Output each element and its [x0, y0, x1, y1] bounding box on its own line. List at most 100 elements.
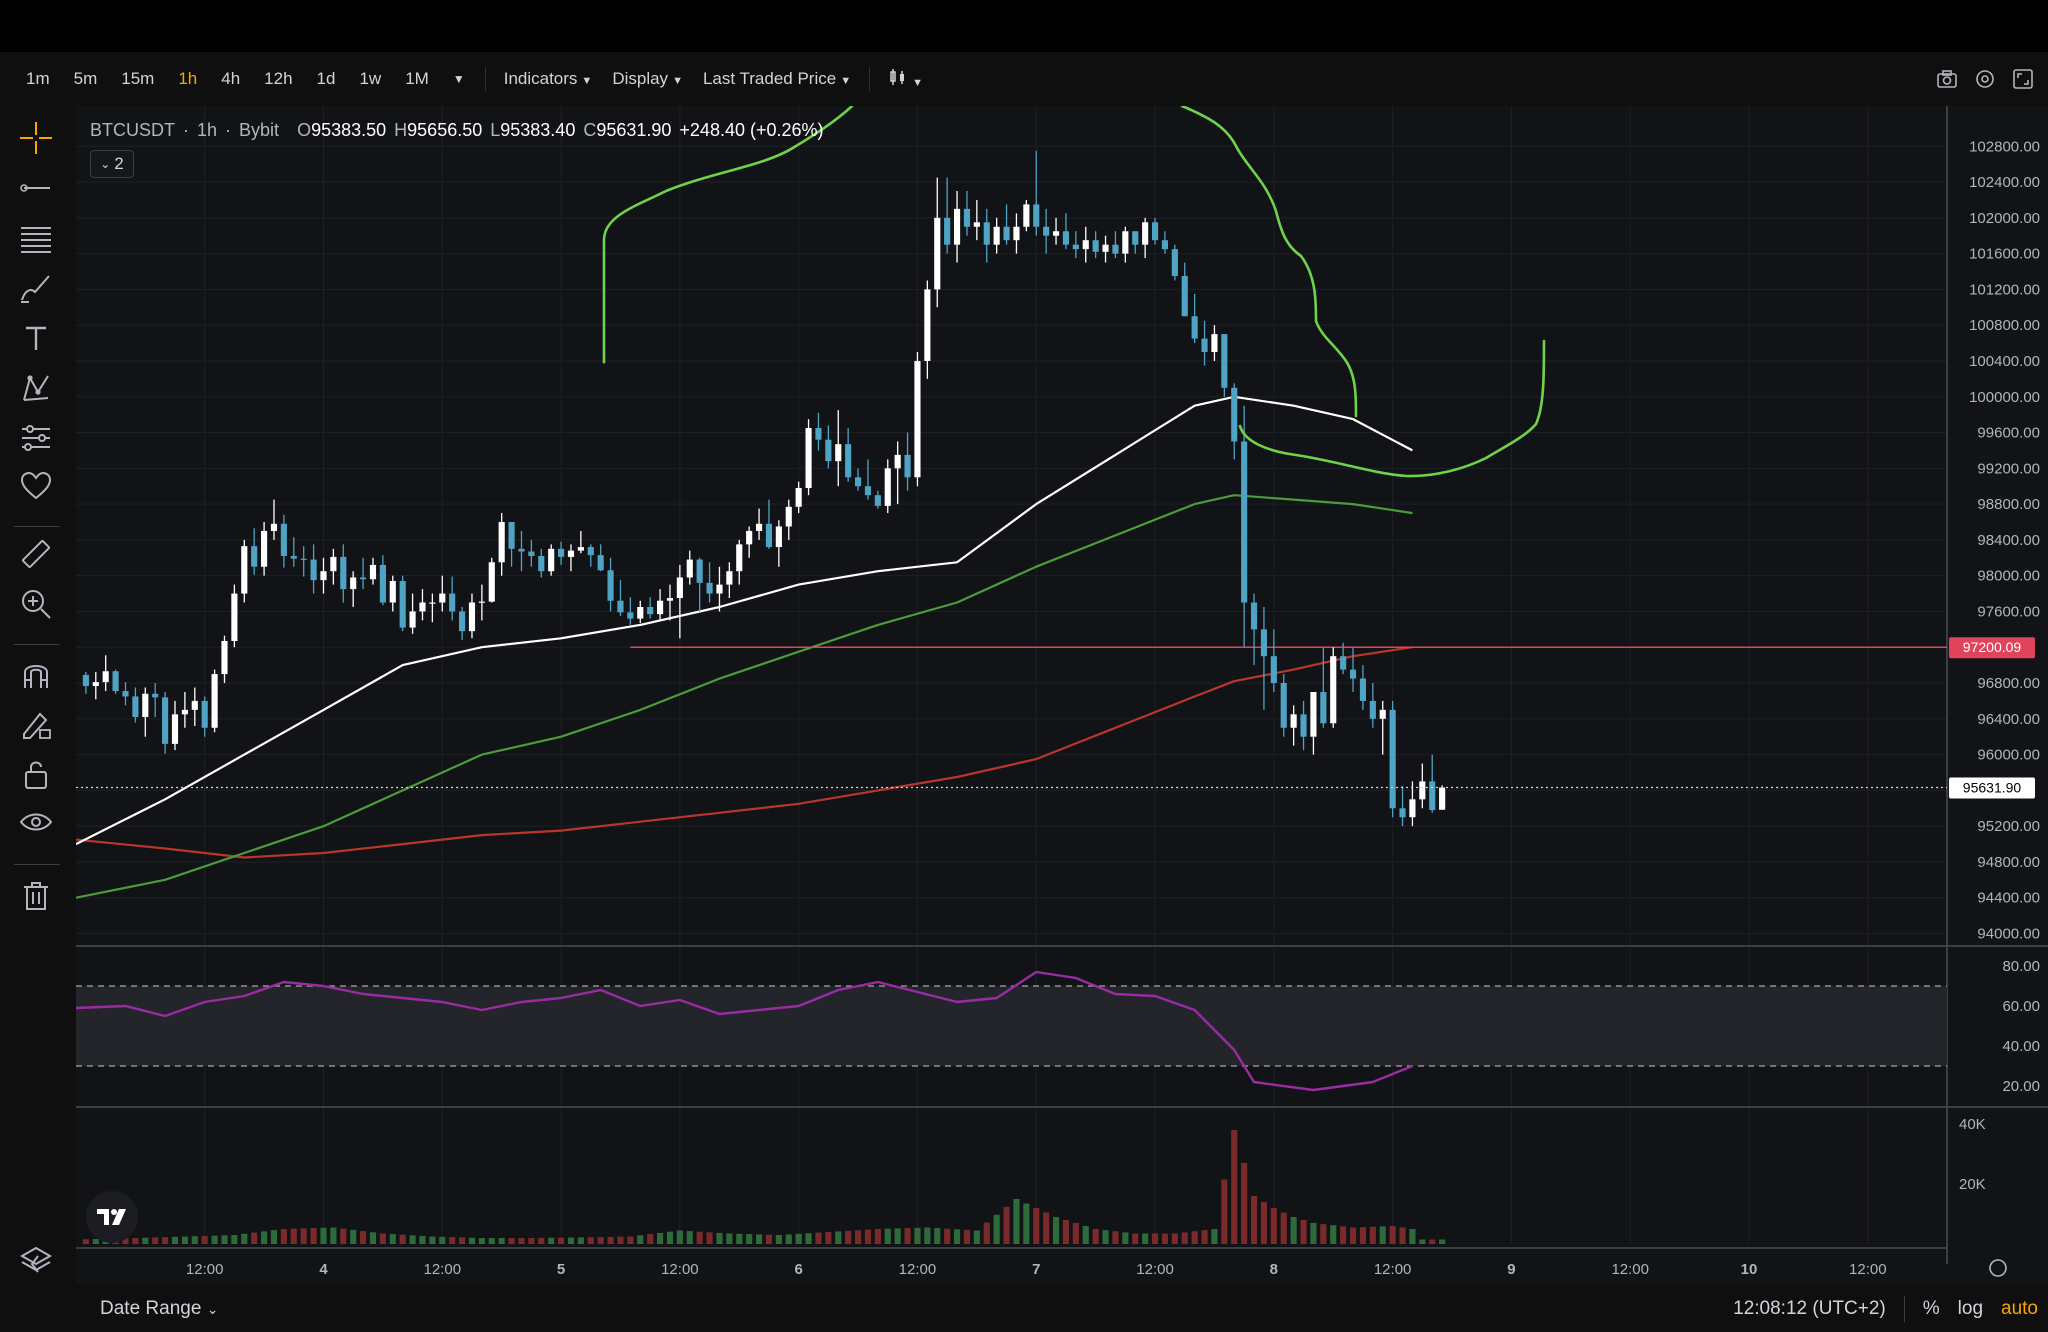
candle-body [874, 495, 881, 506]
timeframe-1w[interactable]: 1w [347, 69, 393, 89]
volume-bar [132, 1238, 139, 1244]
candle-body [736, 544, 743, 572]
indicators-label: Indicators [503, 69, 578, 88]
candle-body [1132, 231, 1139, 245]
candle-body [1409, 799, 1416, 818]
symbol-label[interactable]: BTCUSDT [90, 120, 175, 141]
brush-icon[interactable] [18, 270, 54, 306]
timeframe-1M[interactable]: 1M [393, 69, 441, 89]
volume-bar [963, 1229, 971, 1244]
price-tick-label: 98800.00 [1977, 496, 2040, 513]
price-type-menu[interactable]: Last Traded Price ▼ [693, 69, 861, 89]
display-label: Display [612, 69, 669, 88]
caret-down-icon: ▼ [581, 75, 593, 87]
favorites-heart-icon[interactable] [18, 468, 54, 504]
timeframe-12h[interactable]: 12h [252, 69, 304, 89]
candle-body [548, 548, 555, 572]
candle-body [231, 593, 238, 641]
volume-bar [82, 1239, 89, 1244]
volume-bar [973, 1230, 980, 1244]
ohlc-legend: BTCUSDT · 1h · Bybit O95383.50 H95656.50… [90, 120, 824, 141]
candle-body [1320, 691, 1327, 724]
timeframe-more-caret-icon[interactable]: ▼ [441, 72, 477, 86]
time-tick-label: 12:00 [1374, 1261, 1412, 1278]
candle-body [617, 600, 624, 613]
volume-bar [211, 1235, 218, 1244]
last-price-label: 95631.90 [1963, 780, 2022, 796]
chart-type-menu[interactable]: ▼ [878, 68, 933, 91]
timeframe-15m[interactable]: 15m [109, 69, 166, 89]
volume-bar [845, 1230, 852, 1244]
magnet-icon[interactable] [18, 656, 54, 692]
indicator-templates-icon[interactable] [18, 420, 54, 456]
time-tick-label: 8 [1270, 1261, 1278, 1278]
eye-icon[interactable] [18, 806, 54, 842]
crosshair-icon[interactable] [18, 120, 54, 156]
candle-body [429, 602, 436, 604]
volume-bar [617, 1236, 624, 1244]
layers-icon[interactable] [18, 1242, 54, 1278]
volume-bar [884, 1228, 891, 1244]
timeframe-4h[interactable]: 4h [209, 69, 252, 89]
fullscreen-icon[interactable] [2012, 68, 2034, 90]
candle-body [82, 674, 89, 686]
interval-label: 1h [197, 120, 218, 140]
text-tool-icon[interactable] [18, 320, 54, 356]
volume-bar [577, 1237, 584, 1244]
volume-bar [1171, 1233, 1178, 1244]
candle-body [755, 523, 763, 531]
volume-bar [587, 1237, 594, 1244]
price-chart[interactable]: 94000.00 94400.00 94800.00 95200.00 96000.00… [76, 106, 2048, 1285]
date-range-button[interactable]: Date Range ⌄ [100, 1298, 218, 1320]
timeframe-1d[interactable]: 1d [305, 69, 348, 89]
candle-body [953, 208, 961, 245]
volume-bar [300, 1228, 307, 1244]
zoom-in-icon[interactable] [18, 586, 54, 622]
indicators-collapse-button[interactable]: ⌄ 2 [90, 150, 134, 178]
caret-down-icon: ▼ [840, 75, 852, 87]
rsi-tick-label: 20.00 [2002, 1078, 2040, 1095]
pattern-tool-icon[interactable] [18, 370, 54, 406]
candle-body [805, 428, 812, 489]
candle-body [1379, 709, 1386, 719]
trash-icon[interactable] [18, 878, 54, 914]
volume-bar [953, 1229, 961, 1244]
price-tick-label: 96000.00 [1977, 747, 2040, 764]
candle-body [1072, 244, 1079, 250]
ruler-icon[interactable] [18, 536, 54, 572]
tradingview-logo[interactable] [86, 1191, 138, 1243]
display-menu[interactable]: Display ▼ [602, 69, 693, 89]
log-scale-toggle[interactable]: log [1958, 1298, 1983, 1320]
volume-bar [1191, 1231, 1198, 1244]
candle-body [142, 693, 149, 718]
volume-bar [191, 1236, 198, 1244]
timeframe-1h[interactable]: 1h [166, 69, 209, 89]
clock-readout[interactable]: 12:08:12 (UTC+2) [1733, 1298, 1886, 1320]
settings-icon[interactable] [1974, 68, 1996, 90]
lock-drawing-icon[interactable] [18, 706, 54, 742]
timeframe-1m[interactable]: 1m [14, 69, 62, 89]
percent-scale-toggle[interactable]: % [1923, 1298, 1940, 1320]
candle-body [716, 584, 723, 594]
candle-body [815, 428, 822, 440]
candle-body [1280, 683, 1287, 728]
camera-icon[interactable] [1936, 69, 1958, 89]
volume-bar [805, 1233, 812, 1244]
candle-body [1369, 700, 1376, 719]
fib-lines-icon[interactable] [18, 220, 54, 256]
volume-bar [1052, 1217, 1060, 1244]
candle-body [845, 444, 852, 478]
candle-body [449, 593, 456, 612]
unlock-icon[interactable] [18, 756, 54, 792]
auto-scale-toggle[interactable]: auto [2001, 1298, 2038, 1320]
candle-body [439, 593, 446, 603]
time-tick-label: 12:00 [661, 1261, 699, 1278]
trend-line-icon[interactable] [18, 170, 54, 206]
candle-body [1112, 244, 1119, 254]
volume-bar [795, 1233, 802, 1244]
candle-body [498, 522, 505, 563]
volume-bar [399, 1234, 406, 1244]
indicators-menu[interactable]: Indicators ▼ [494, 69, 603, 89]
volume-bar [904, 1228, 911, 1244]
timeframe-5m[interactable]: 5m [62, 69, 110, 89]
